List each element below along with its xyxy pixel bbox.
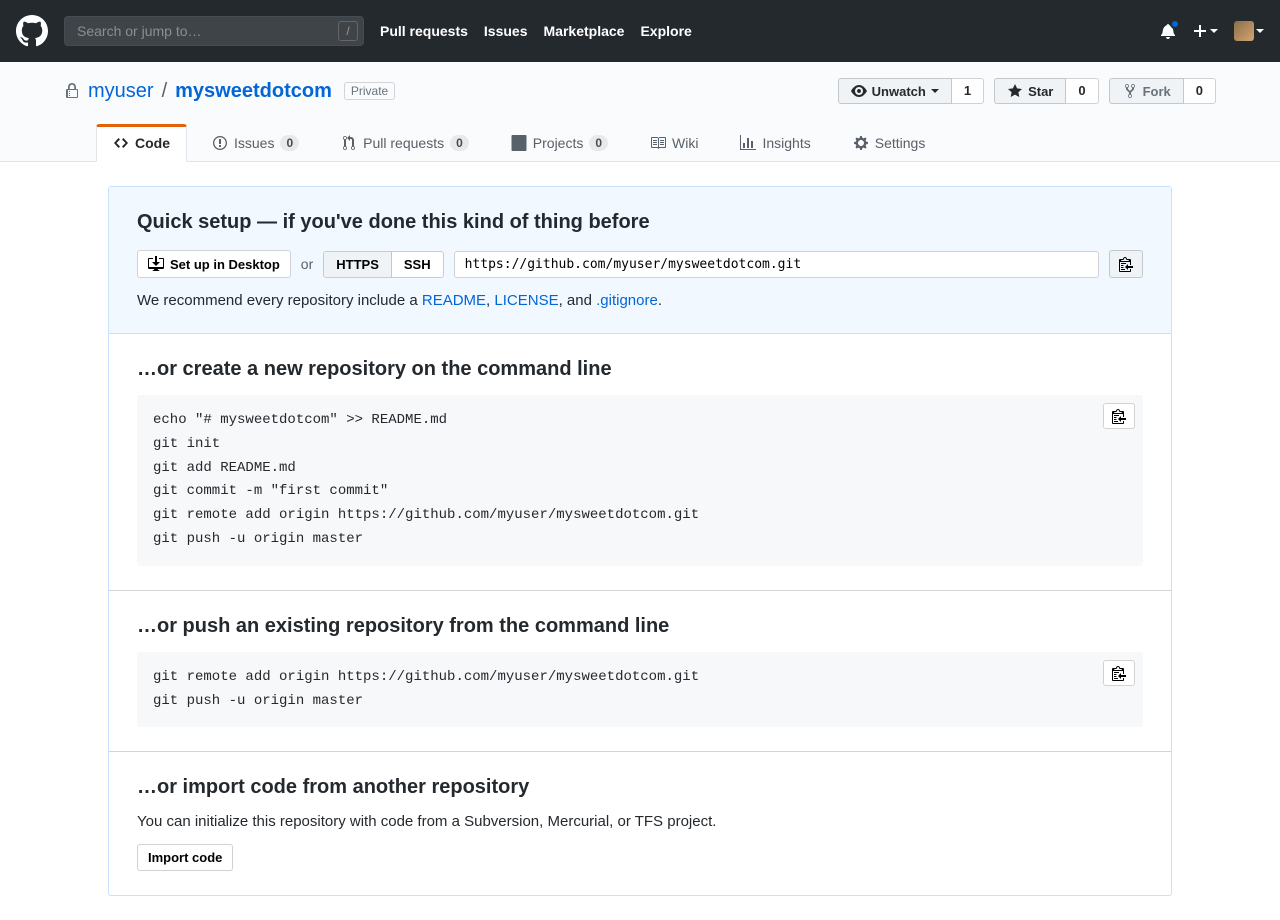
import-code-button[interactable]: Import code: [137, 844, 233, 871]
lock-icon: [64, 83, 80, 99]
tab-pulls-label: Pull requests: [363, 135, 444, 151]
watch-count[interactable]: 1: [952, 78, 984, 104]
star-count[interactable]: 0: [1066, 78, 1098, 104]
search-slash-hint: /: [338, 21, 358, 41]
or-text: or: [301, 256, 313, 272]
recommend-text: We recommend every repository include a …: [137, 292, 1143, 309]
setup-desktop-label: Set up in Desktop: [170, 257, 280, 272]
avatar: [1234, 21, 1254, 41]
create-cli-text: echo "# mysweetdotcom" >> README.md git …: [153, 412, 699, 547]
clone-url-input[interactable]: [454, 251, 1099, 278]
star-label: Star: [1028, 84, 1053, 99]
watch-group: Unwatch 1: [838, 78, 984, 104]
create-cli-code[interactable]: echo "# mysweetdotcom" >> README.md git …: [137, 395, 1143, 566]
push-cli-text: git remote add origin https://github.com…: [153, 669, 699, 709]
quick-setup-title: Quick setup — if you've done this kind o…: [137, 211, 1143, 234]
https-button[interactable]: HTTPS: [324, 252, 392, 277]
tab-code[interactable]: Code: [96, 124, 187, 162]
repo-slash: /: [162, 80, 168, 103]
ssh-button[interactable]: SSH: [392, 252, 443, 277]
tab-pulls[interactable]: Pull requests 0: [324, 124, 486, 161]
create-cli-section: …or create a new repository on the comma…: [109, 334, 1171, 591]
tab-insights[interactable]: Insights: [723, 124, 827, 161]
star-group: Star 0: [994, 78, 1099, 104]
tab-insights-label: Insights: [762, 135, 810, 151]
unwatch-label: Unwatch: [872, 84, 926, 99]
readme-link[interactable]: README: [422, 292, 486, 309]
star-button[interactable]: Star: [994, 78, 1066, 104]
unwatch-button[interactable]: Unwatch: [838, 78, 952, 104]
repo-actions: Unwatch 1 Star 0 Fork: [838, 78, 1216, 104]
push-cli-section: …or push an existing repository from the…: [109, 591, 1171, 753]
copy-push-button[interactable]: [1103, 660, 1135, 686]
nav-explore[interactable]: Explore: [640, 23, 691, 39]
notification-dot: [1170, 19, 1180, 29]
setup-box: Quick setup — if you've done this kind o…: [108, 186, 1172, 896]
nav-links: Pull requests Issues Marketplace Explore: [380, 23, 692, 39]
github-logo[interactable]: [16, 15, 48, 47]
create-cli-title: …or create a new repository on the comma…: [137, 358, 1143, 381]
tab-pulls-count: 0: [450, 135, 469, 151]
tab-projects[interactable]: Projects 0: [494, 124, 625, 161]
notifications-icon[interactable]: [1160, 23, 1176, 39]
tab-issues[interactable]: Issues 0: [195, 124, 316, 161]
tab-wiki-label: Wiki: [672, 135, 698, 151]
tab-settings[interactable]: Settings: [836, 124, 943, 161]
license-link[interactable]: LICENSE: [494, 292, 558, 309]
copy-url-button[interactable]: [1109, 250, 1143, 278]
tab-projects-count: 0: [589, 135, 608, 151]
repo-subnav: myuser / mysweetdotcom Private Unwatch 1: [0, 62, 1280, 162]
protocol-toggle: HTTPS SSH: [323, 251, 443, 278]
nav-issues[interactable]: Issues: [484, 23, 528, 39]
copy-create-button[interactable]: [1103, 403, 1135, 429]
setup-desktop-button[interactable]: Set up in Desktop: [137, 250, 291, 278]
tab-wiki[interactable]: Wiki: [633, 124, 715, 161]
tab-settings-label: Settings: [875, 135, 926, 151]
search-input[interactable]: [64, 16, 364, 46]
repo-name-link[interactable]: mysweetdotcom: [175, 80, 332, 103]
tab-issues-label: Issues: [234, 135, 274, 151]
tab-issues-count: 0: [280, 135, 299, 151]
tab-code-label: Code: [135, 135, 170, 151]
gitignore-link[interactable]: .gitignore: [596, 292, 658, 309]
import-section: …or import code from another repository …: [109, 752, 1171, 895]
global-header: / Pull requests Issues Marketplace Explo…: [0, 0, 1280, 62]
repo-head: myuser / mysweetdotcom Private Unwatch 1: [32, 62, 1248, 161]
quick-setup-section: Quick setup — if you've done this kind o…: [109, 187, 1171, 334]
push-cli-code[interactable]: git remote add origin https://github.com…: [137, 652, 1143, 728]
repo-title-row: myuser / mysweetdotcom Private Unwatch 1: [64, 78, 1216, 104]
import-desc: You can initialize this repository with …: [137, 813, 1143, 830]
nav-marketplace[interactable]: Marketplace: [544, 23, 625, 39]
search-wrap: /: [64, 16, 364, 46]
create-new-dropdown[interactable]: [1192, 23, 1218, 39]
fork-button[interactable]: Fork: [1109, 78, 1184, 104]
fork-group: Fork 0: [1109, 78, 1216, 104]
import-title: …or import code from another repository: [137, 776, 1143, 799]
nav-pulls[interactable]: Pull requests: [380, 23, 468, 39]
header-right: [1160, 21, 1264, 41]
clone-row: Set up in Desktop or HTTPS SSH: [137, 250, 1143, 278]
fork-count[interactable]: 0: [1184, 78, 1216, 104]
repo-tabs: Code Issues 0 Pull requests 0 Projects 0…: [64, 124, 1216, 161]
repo-owner-link[interactable]: myuser: [88, 80, 154, 103]
push-cli-title: …or push an existing repository from the…: [137, 615, 1143, 638]
private-badge: Private: [344, 82, 395, 100]
user-menu[interactable]: [1234, 21, 1264, 41]
fork-label: Fork: [1143, 84, 1171, 99]
content-container: Quick setup — if you've done this kind o…: [76, 186, 1204, 896]
tab-projects-label: Projects: [533, 135, 584, 151]
